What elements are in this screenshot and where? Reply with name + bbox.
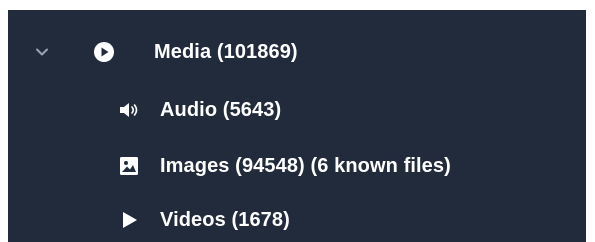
play-icon <box>118 209 140 231</box>
speaker-icon <box>118 99 140 121</box>
tree-node-label: Media (101869) <box>154 41 298 63</box>
tree-node-label: Videos (1678) <box>160 209 290 231</box>
media-tree-panel: Media (101869) Audio (5643) Images (9454… <box>8 10 586 242</box>
tree-node-media[interactable]: Media (101869) <box>8 30 586 74</box>
tree-node-audio[interactable]: Audio (5643) <box>8 88 586 132</box>
tree-node-label: Images (94548) (6 known files) <box>160 155 451 177</box>
tree-node-label: Audio (5643) <box>160 99 282 121</box>
chevron-down-icon[interactable] <box>35 45 49 59</box>
image-icon <box>118 155 140 177</box>
tree-node-images[interactable]: Images (94548) (6 known files) <box>8 144 586 188</box>
play-circle-icon <box>93 41 115 63</box>
tree-node-videos[interactable]: Videos (1678) <box>8 198 586 242</box>
